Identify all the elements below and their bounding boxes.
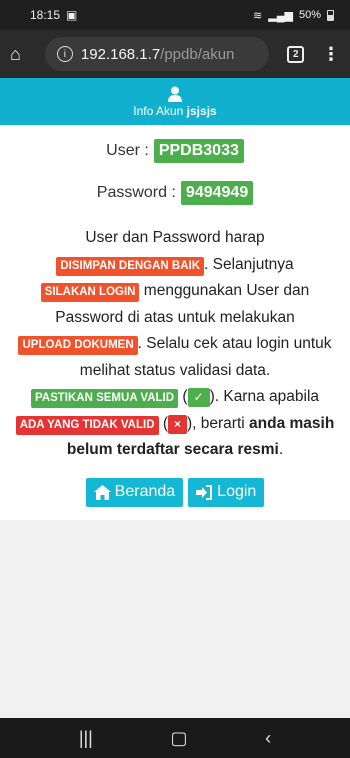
home-nav-icon[interactable]: ▢ (170, 728, 187, 749)
status-time: 18:15 (30, 8, 61, 22)
msg-text: ), berarti (187, 414, 250, 432)
msg-text: User dan Password harap (85, 229, 265, 246)
close-icon: × (167, 414, 187, 434)
msg-text: . (278, 441, 284, 458)
android-nav-bar: ||| ▢ ‹ (0, 718, 350, 758)
label-save: DISIMPAN DENGAN BAIK (56, 256, 205, 276)
battery-percent: 50% (298, 9, 321, 21)
wifi-icon: ≋ (253, 9, 263, 22)
url-host: 192.168.1.7 (80, 45, 161, 63)
home-icon (93, 484, 111, 500)
label-upload: UPLOAD DOKUMEN (18, 336, 138, 355)
browser-toolbar: ⌂ i 192.168.1.7/ppdb/akun 2 ⋮ (0, 30, 350, 78)
msg-text: . Selanjutnya (204, 255, 294, 273)
sign-in-icon (196, 484, 213, 500)
header-username: jsjsjs (186, 103, 217, 118)
page-content: Info Akun jsjsjs User : PPDB3033 Passwor… (0, 78, 350, 520)
password-label: Password : (96, 184, 176, 201)
check-icon: ✓ (187, 388, 210, 407)
signal-icon: ▂▄▆ (268, 9, 293, 22)
msg-text: ). Karna apabila (209, 388, 320, 405)
msg-text: ( (178, 388, 188, 405)
label-login: SILAKAN LOGIN (40, 283, 140, 302)
user-value: PPDB3033 (153, 139, 244, 163)
instruction-text: User dan Password harap DISIMPAN DENGAN … (0, 225, 350, 464)
beranda-label: Beranda (114, 483, 176, 500)
account-title: Info Akun jsjsjs (133, 104, 216, 118)
info-icon[interactable]: i (56, 46, 73, 62)
address-bar[interactable]: i 192.168.1.7/ppdb/akun (44, 37, 270, 71)
recent-apps-icon[interactable]: ||| (79, 728, 93, 749)
battery-icon (327, 9, 334, 21)
login-button[interactable]: Login (188, 477, 265, 507)
login-label: Login (217, 483, 257, 500)
label-valid: PASTIKAN SEMUA VALID (30, 389, 179, 408)
beranda-button[interactable]: Beranda (85, 477, 184, 507)
header-label: Info Akun (133, 103, 184, 118)
menu-icon[interactable]: ⋮ (322, 44, 340, 65)
label-invalid: ADA YANG TIDAK VALID (15, 415, 159, 435)
status-bar: 18:15 ▣ ≋ ▂▄▆ 50% (0, 0, 350, 30)
password-row: Password : 9494949 (0, 179, 350, 207)
back-icon[interactable]: ‹ (265, 728, 271, 749)
msg-text: ( (158, 414, 168, 432)
password-value: 9494949 (180, 181, 254, 205)
action-buttons: Beranda Login (0, 477, 350, 507)
account-header: Info Akun jsjsjs (0, 78, 350, 125)
home-icon[interactable]: ⌂ (10, 44, 39, 65)
status-right: ≋ ▂▄▆ 50% (253, 9, 334, 22)
url-path: /ppdb/akun (160, 45, 235, 63)
tab-switcher-button[interactable]: 2 (287, 45, 304, 63)
gallery-icon: ▣ (66, 8, 78, 22)
user-label: User : (106, 142, 149, 159)
user-row: User : PPDB3033 (0, 137, 350, 165)
user-icon (168, 86, 182, 102)
